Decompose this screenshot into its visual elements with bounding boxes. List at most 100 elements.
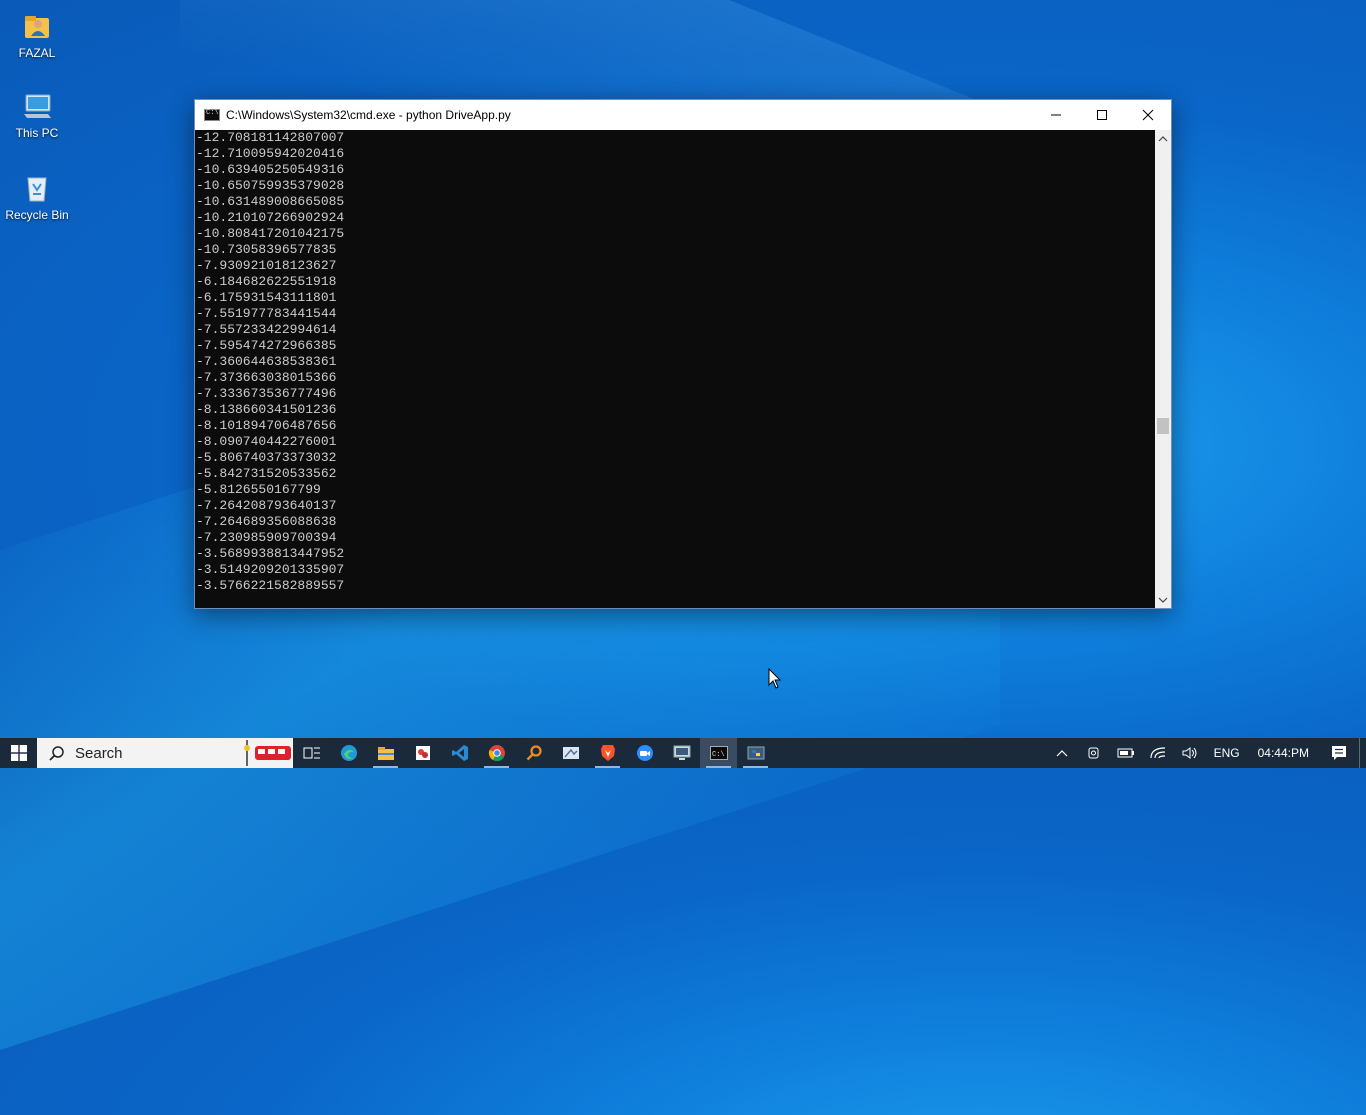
taskbar-cmd[interactable]: C:\ xyxy=(700,738,737,768)
vertical-scrollbar[interactable] xyxy=(1155,130,1171,608)
wifi-icon xyxy=(1150,747,1165,759)
cmd-window[interactable]: C:\Windows\System32\cmd.exe - python Dri… xyxy=(194,99,1172,609)
desktop-icon-recycle-bin[interactable]: Recycle Bin xyxy=(0,172,74,222)
search-icon xyxy=(49,746,64,761)
action-center-button[interactable] xyxy=(1319,738,1359,768)
language-indicator[interactable]: ENG xyxy=(1206,746,1248,760)
taskbar-vscode[interactable] xyxy=(441,738,478,768)
maximize-icon xyxy=(1097,110,1107,120)
console-line: -10.639405250549316 xyxy=(196,162,345,177)
system-tray: ENG 04:44:PM xyxy=(1046,738,1366,768)
search-placeholder: Search xyxy=(75,744,123,762)
show-desktop-button[interactable] xyxy=(1359,738,1366,768)
console-line: -7.230985909700394 xyxy=(196,530,337,545)
console-line: -5.842731520533562 xyxy=(196,466,337,481)
desktop-icon-this-pc[interactable]: This PC xyxy=(0,90,74,140)
notification-icon xyxy=(1332,746,1346,760)
console-line: -8.101894706487656 xyxy=(196,418,337,433)
maximize-button[interactable] xyxy=(1079,100,1125,130)
console-line: -7.373663038015366 xyxy=(196,370,337,385)
console-line: -10.73058396577835 xyxy=(196,242,337,257)
file-explorer-icon xyxy=(377,747,394,760)
console-line: -7.333673536777496 xyxy=(196,386,337,401)
console-line: -8.138660341501236 xyxy=(196,402,337,417)
taskbar-search-tool[interactable] xyxy=(515,738,552,768)
svg-text:C:\: C:\ xyxy=(712,751,725,759)
console-line: -7.551977783441544 xyxy=(196,306,337,321)
console-line: -12.710095942020416 xyxy=(196,146,345,161)
console-line: -7.595474272966385 xyxy=(196,338,337,353)
console-line: -10.210107266902924 xyxy=(196,210,345,225)
chevron-up-icon xyxy=(1056,750,1068,757)
taskbar-chrome[interactable] xyxy=(478,738,515,768)
taskbar-red-app[interactable] xyxy=(404,738,441,768)
volume-button[interactable] xyxy=(1174,738,1206,768)
computer-icon xyxy=(21,90,53,122)
task-view-icon xyxy=(303,747,320,759)
console-output[interactable]: -12.708181142807007 -12.710095942020416 -1… xyxy=(195,130,1155,608)
console-line: -7.264208793640137 xyxy=(196,498,337,513)
network-button[interactable] xyxy=(1142,738,1174,768)
console-line: -3.5149209201335907 xyxy=(196,562,345,577)
edge-icon xyxy=(340,745,357,761)
windows-logo-icon xyxy=(10,745,27,761)
cmd-icon xyxy=(204,109,220,121)
console-line: -7.930921018123627 xyxy=(196,258,337,273)
taskbar-search-box[interactable]: Search xyxy=(37,738,293,768)
speaker-icon xyxy=(1182,747,1197,759)
console-line: -6.175931543111801 xyxy=(196,290,337,305)
zoom-icon xyxy=(636,745,653,761)
app-red-icon xyxy=(415,746,430,760)
taskbar-zoom[interactable] xyxy=(626,738,663,768)
taskbar-brave[interactable] xyxy=(589,738,626,768)
cmd-icon: C:\ xyxy=(709,746,728,760)
vscode-icon xyxy=(451,745,468,761)
close-button[interactable] xyxy=(1125,100,1171,130)
chevron-up-icon xyxy=(1158,135,1168,141)
battery-icon xyxy=(1117,748,1134,758)
console-line: -7.264689356088638 xyxy=(196,514,337,529)
window-title: C:\Windows\System32\cmd.exe - python Dri… xyxy=(226,108,511,122)
minimize-button[interactable] xyxy=(1033,100,1079,130)
console-line: -7.557233422994614 xyxy=(196,322,337,337)
desktop-icon-label: Recycle Bin xyxy=(5,208,69,222)
clock[interactable]: 04:44:PM xyxy=(1248,746,1319,760)
console-line: -10.631489008665085 xyxy=(196,194,345,209)
desktop-icon-label: FAZAL xyxy=(18,46,56,60)
desktop-icon-fazal[interactable]: FAZAL xyxy=(0,10,74,60)
show-hidden-icons-button[interactable] xyxy=(1046,738,1078,768)
title-bar[interactable]: C:\Windows\System32\cmd.exe - python Dri… xyxy=(195,100,1171,130)
battery-button[interactable] xyxy=(1110,738,1142,768)
taskbar-python[interactable] xyxy=(737,738,774,768)
scroll-thumb[interactable] xyxy=(1157,418,1169,434)
snipping-icon xyxy=(562,747,579,759)
brave-icon xyxy=(600,745,615,761)
console-line: -3.5766221582889557 xyxy=(196,578,345,593)
console-line: -10.808417201042175 xyxy=(196,226,345,241)
taskbar: Search C:\ ENG 04:44:PM xyxy=(0,738,1366,768)
taskbar-snipping[interactable] xyxy=(552,738,589,768)
taskbar-file-explorer[interactable] xyxy=(367,738,404,768)
scroll-down-button[interactable] xyxy=(1155,591,1171,608)
console-line: -7.360644638538361 xyxy=(196,354,337,369)
minimize-icon xyxy=(1051,114,1061,116)
console-line: -12.708181142807007 xyxy=(196,130,345,145)
start-button[interactable] xyxy=(0,738,37,768)
console-line: -6.184682622551918 xyxy=(196,274,337,289)
taskbar-edge[interactable] xyxy=(330,738,367,768)
search-highlight-icon xyxy=(244,740,291,766)
console-line: -5.8126550167799 xyxy=(196,482,321,497)
camera-icon xyxy=(1088,747,1099,759)
desktop-icon-label: This PC xyxy=(15,126,59,140)
chrome-icon xyxy=(488,745,505,762)
user-folder-icon xyxy=(21,10,53,42)
task-view-button[interactable] xyxy=(293,738,330,768)
meet-now-button[interactable] xyxy=(1078,738,1110,768)
taskbar-monitor-app[interactable] xyxy=(663,738,700,768)
console-line: -10.650759935379028 xyxy=(196,178,345,193)
search-tool-icon xyxy=(526,745,542,761)
scroll-up-button[interactable] xyxy=(1155,130,1171,147)
close-icon xyxy=(1142,109,1154,121)
console-line: -8.090740442276001 xyxy=(196,434,337,449)
console-line: -5.806740373373032 xyxy=(196,450,337,465)
